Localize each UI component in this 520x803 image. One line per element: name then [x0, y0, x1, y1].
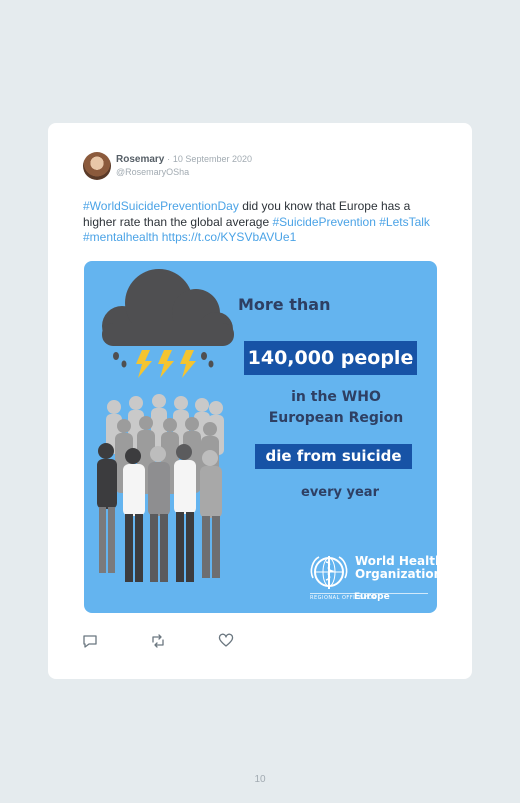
retweet-icon[interactable] — [150, 633, 166, 649]
hashtag-link[interactable]: #WorldSuicidePreventionDay — [83, 199, 239, 213]
reply-icon[interactable] — [82, 633, 98, 649]
cloud-icon — [102, 269, 234, 346]
tweet-image[interactable]: More than 140,000 people in the WHO Euro… — [84, 261, 437, 613]
who-europe-label: Europe — [354, 592, 390, 602]
author-handle[interactable]: @RosemaryOSha — [116, 167, 189, 177]
headline-more-than: More than — [238, 295, 331, 314]
who-logo-text: World Health Organization — [355, 555, 437, 581]
highlight-suicide: die from suicide — [255, 444, 412, 469]
lightning-icon — [136, 350, 196, 378]
avatar[interactable] — [83, 152, 111, 180]
author-name[interactable]: Rosemary — [116, 154, 164, 165]
highlight-count: 140,000 people — [244, 341, 417, 375]
url-link[interactable]: https://t.co/KYSVbAVUe1 — [162, 230, 297, 244]
hashtag-link[interactable]: #LetsTalk — [379, 215, 430, 229]
separator: · — [167, 154, 171, 164]
page-number: 10 — [254, 774, 266, 785]
region-text: in the WHO European Region — [268, 389, 404, 426]
heart-icon[interactable] — [218, 633, 234, 649]
hashtag-link[interactable]: #SuicidePrevention — [272, 215, 375, 229]
who-name-line2: Organization — [355, 567, 437, 581]
every-year-text: every year — [301, 485, 379, 500]
tweet-header: Rosemary · 10 September 2020 — [116, 154, 252, 165]
tweet-card: Rosemary · 10 September 2020 @RosemaryOS… — [48, 123, 472, 679]
hashtag-link[interactable]: #mentalhealth — [83, 230, 158, 244]
tweet-date[interactable]: 10 September 2020 — [173, 154, 252, 164]
tweet-text: #WorldSuicidePreventionDay did you know … — [83, 199, 445, 246]
who-emblem-icon — [310, 556, 348, 589]
